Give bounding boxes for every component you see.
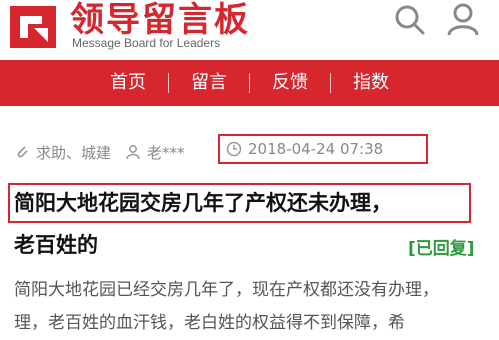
post-meta: 求助、城建 老***	[14, 138, 185, 166]
nav-feedback[interactable]: 反馈	[250, 60, 330, 106]
post-category[interactable]: 求助、城建	[36, 142, 111, 163]
post-body-line: 理，老百姓的血汗钱，老白姓的权益得不到保障，希	[14, 313, 405, 333]
status-badge: [已回复]	[408, 239, 475, 259]
post-author: 老***	[147, 143, 185, 162]
logo-icon[interactable]	[8, 4, 58, 50]
app-header: 领导留言板 Message Board for Leaders	[0, 0, 499, 56]
main-nav: 首页 留言 反馈 指数	[0, 60, 499, 106]
nav-index[interactable]: 指数	[331, 60, 411, 106]
search-icon[interactable]	[392, 2, 426, 36]
user-icon[interactable]	[446, 2, 480, 36]
nav-home[interactable]: 首页	[88, 60, 168, 106]
post-body: 简阳大地花园已经交房几年了，现在产权都还没有办理， 理，老百姓的血汗钱，老白姓的…	[14, 274, 492, 340]
brand-subtitle: Message Board for Leaders	[72, 36, 221, 50]
tag-icon	[17, 146, 28, 158]
post-timestamp: 2018-04-24 07:38	[248, 140, 384, 158]
nav-messages[interactable]: 留言	[169, 60, 249, 106]
post-title: 简阳大地花园交房几年了产权还未办理，	[14, 191, 392, 215]
brand-name: 领导留言板	[70, 0, 250, 40]
post-body-line: 简阳大地花园已经交房几年了，现在产权都还没有办理，	[14, 280, 439, 300]
post-title-continued: 老百姓的	[14, 233, 98, 257]
clock-icon	[226, 141, 242, 157]
author-icon	[126, 145, 140, 160]
post-timestamp-box: 2018-04-24 07:38	[218, 134, 428, 164]
